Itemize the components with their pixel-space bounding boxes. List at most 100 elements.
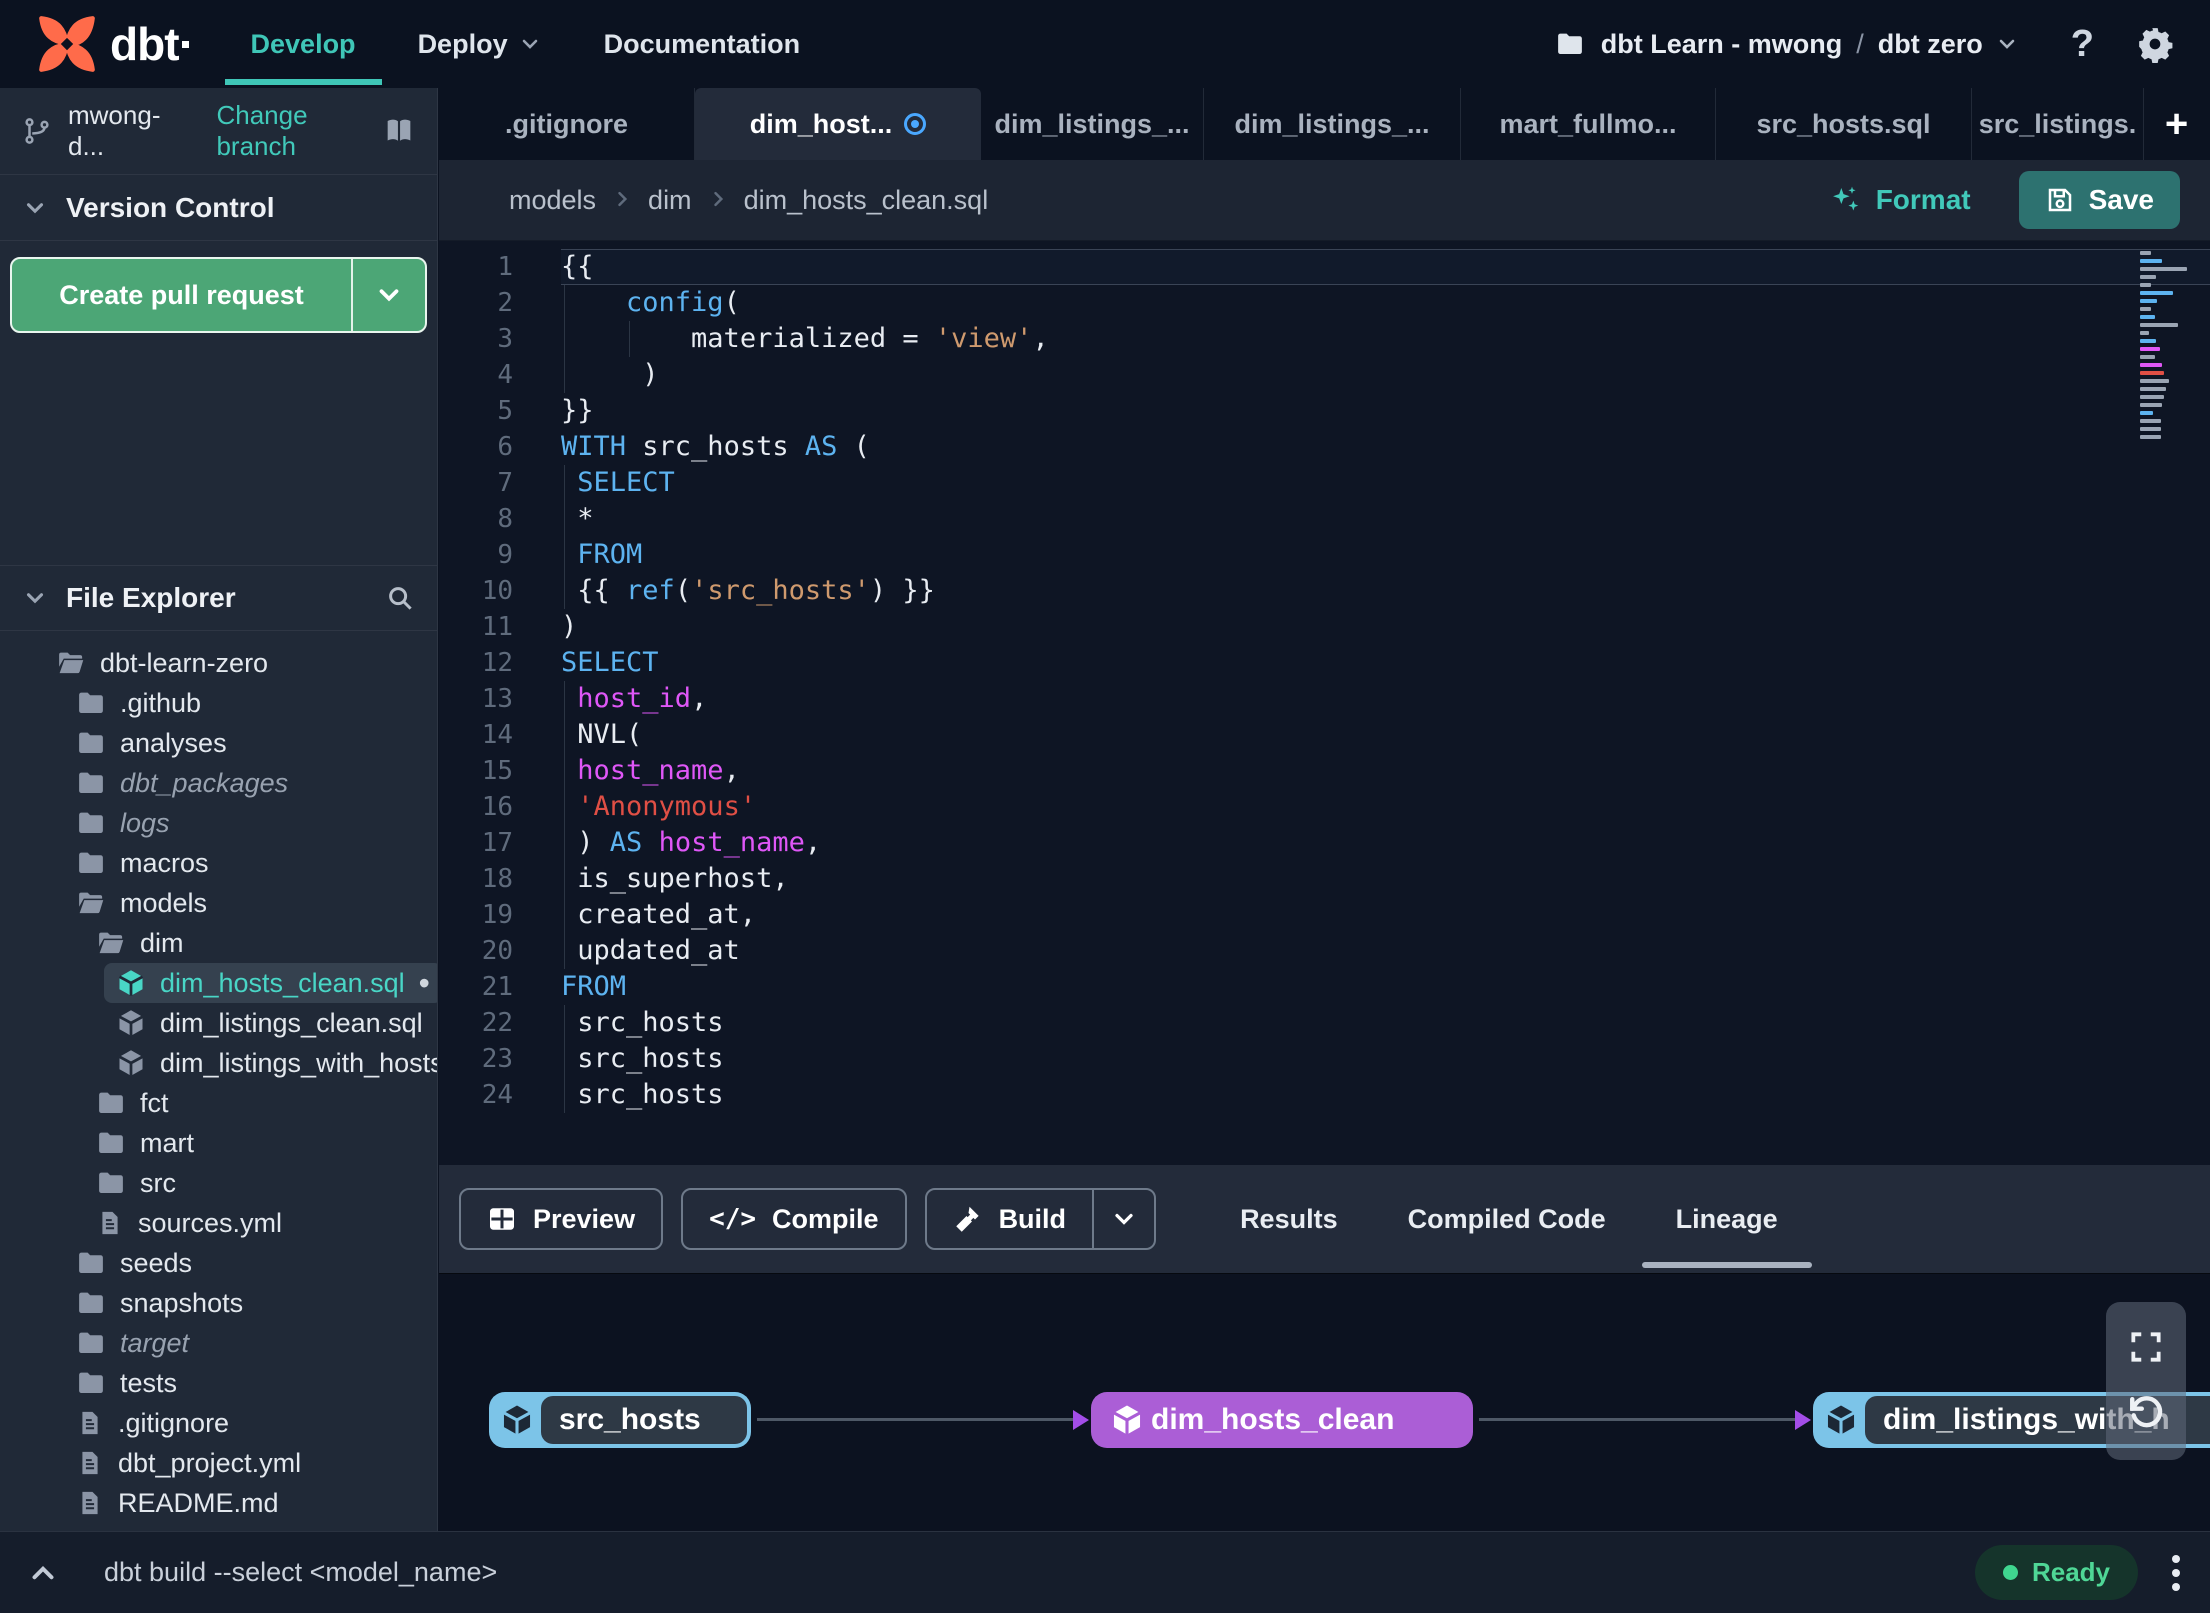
file-tree-item[interactable]: dbt_project.yml — [0, 1443, 437, 1483]
code-line[interactable]: 24 src_hosts — [439, 1077, 2210, 1113]
file-explorer-header[interactable]: File Explorer — [0, 565, 437, 631]
minimap-line — [2140, 371, 2164, 375]
file-tree-item[interactable]: snapshots — [0, 1283, 437, 1323]
file-tree-item[interactable]: dim_listings_clean.sql — [0, 1003, 437, 1043]
dbt-logo[interactable]: dbt — [34, 11, 189, 77]
create-pull-request-button[interactable]: Create pull request — [10, 257, 427, 333]
panel-tab-compiled-code[interactable]: Compiled Code — [1408, 1165, 1606, 1273]
file-tree-item[interactable]: dbt-learn-zero — [0, 643, 437, 683]
code-line[interactable]: 22 src_hosts — [439, 1005, 2210, 1041]
code-line[interactable]: 11) — [439, 609, 2210, 645]
breadcrumb-item[interactable]: dim_hosts_clean.sql — [744, 185, 989, 215]
project-name[interactable]: dbt Learn - mwong — [1601, 29, 1842, 60]
gear-icon[interactable] — [2136, 25, 2174, 63]
save-button[interactable]: Save — [2018, 171, 2180, 229]
code-line[interactable]: 20 updated_at — [439, 933, 2210, 969]
file-tree-item[interactable]: .gitignore — [0, 1403, 437, 1443]
code-line[interactable]: 5}} — [439, 393, 2210, 429]
code-lines: 1{{2 config(3 materialized = 'view', 4 ) 5… — [439, 249, 2210, 1113]
file-tree-item[interactable]: README.md — [0, 1483, 437, 1523]
environment-name[interactable]: dbt zero — [1878, 29, 1983, 60]
file-tree-item[interactable]: target — [0, 1323, 437, 1363]
code-line[interactable]: 4 ) — [439, 357, 2210, 393]
code-line[interactable]: 12 SELECT — [439, 645, 2210, 681]
file-tree-item[interactable]: mart — [0, 1123, 437, 1163]
search-icon[interactable] — [385, 583, 415, 613]
file-tree-item-inner: target — [64, 1323, 419, 1363]
code-line[interactable]: 14 NVL( — [439, 717, 2210, 753]
version-control-header[interactable]: Version Control — [0, 175, 437, 241]
command-text[interactable]: dbt build --select <model_name> — [104, 1557, 497, 1588]
editor-tab[interactable]: src_hosts.sql — [1716, 88, 1972, 160]
book-icon[interactable] — [383, 115, 415, 147]
code-line[interactable]: 9 FROM — [439, 537, 2210, 573]
lineage-node-src_hosts[interactable]: src_hosts — [489, 1392, 751, 1448]
code-line[interactable]: 6 WITH src_hosts AS ( — [439, 429, 2210, 465]
code-line[interactable]: 8 * — [439, 501, 2210, 537]
code-line[interactable]: 17 ) AS host_name, — [439, 825, 2210, 861]
breadcrumb-item[interactable]: models — [509, 185, 596, 215]
editor-tab[interactable]: dim_listings_... — [1204, 88, 1461, 160]
code-line[interactable]: 10 {{ ref('src_hosts') }} — [439, 573, 2210, 609]
file-tree-item[interactable]: fct — [0, 1083, 437, 1123]
lineage-node-dim_hosts_clean[interactable]: dim_hosts_clean — [1091, 1392, 1473, 1448]
minimap[interactable] — [2140, 251, 2194, 443]
file-tree-item[interactable]: sources.yml — [0, 1203, 437, 1243]
code-line[interactable]: 23 src_hosts — [439, 1041, 2210, 1077]
file-tree-item[interactable]: .github — [0, 683, 437, 723]
file-tree-item[interactable]: analyses — [0, 723, 437, 763]
build-dropdown-caret[interactable] — [1092, 1190, 1154, 1248]
panel-tab-results[interactable]: Results — [1240, 1165, 1338, 1273]
file-tree-item[interactable]: macros — [0, 843, 437, 883]
minimap-line — [2140, 395, 2164, 399]
lineage-canvas[interactable]: src_hosts dim_hosts_clean dim_listings_wit… — [439, 1273, 2210, 1531]
format-button[interactable]: Format — [1830, 184, 1971, 216]
file-tree-item[interactable]: src — [0, 1163, 437, 1203]
compile-button[interactable]: </> Compile — [681, 1188, 907, 1250]
code-line[interactable]: 15 host_name, — [439, 753, 2210, 789]
change-branch-link[interactable]: Change branch — [216, 100, 383, 162]
code-line[interactable]: 18 is_superhost, — [439, 861, 2210, 897]
panel-tab-lineage[interactable]: Lineage — [1641, 1165, 1812, 1273]
code-line[interactable]: 13 host_id, — [439, 681, 2210, 717]
file-tree-item[interactable]: models — [0, 883, 437, 923]
nav-item-documentation[interactable]: Documentation — [604, 29, 801, 60]
code-line[interactable]: 7 SELECT — [439, 465, 2210, 501]
new-tab-button[interactable]: + — [2143, 88, 2210, 160]
editor-tab[interactable]: dim_host... — [695, 88, 981, 160]
chevron-down-icon[interactable] — [1995, 32, 2019, 56]
chevron-up-icon[interactable] — [26, 1556, 60, 1590]
nav-item-develop[interactable]: Develop — [224, 29, 382, 85]
kebab-icon[interactable] — [2172, 1554, 2180, 1591]
file-tree-item[interactable]: tests — [0, 1363, 437, 1403]
help-icon[interactable]: ? — [2071, 23, 2094, 66]
file-tree-item[interactable]: logs — [0, 803, 437, 843]
code-line[interactable]: 16 'Anonymous' — [439, 789, 2210, 825]
code-editor[interactable]: 1{{2 config(3 materialized = 'view', 4 ) 5… — [439, 241, 2210, 1165]
file-tree-item[interactable]: dbt_packages — [0, 763, 437, 803]
code-line[interactable]: 1 {{ — [439, 249, 2210, 285]
nav-item-deploy[interactable]: Deploy — [418, 29, 542, 60]
breadcrumb-item[interactable]: dim — [648, 185, 692, 215]
refresh-icon[interactable] — [2124, 1390, 2168, 1434]
file-tree-item-inner: .gitignore — [64, 1403, 419, 1443]
expand-icon[interactable] — [2127, 1328, 2165, 1366]
file-icon — [76, 1409, 104, 1437]
pull-request-caret[interactable] — [351, 259, 425, 331]
editor-tab[interactable]: .gitignore — [439, 88, 695, 160]
code-line[interactable]: 2 config( — [439, 285, 2210, 321]
file-tree-item[interactable]: dim — [0, 923, 437, 963]
preview-button[interactable]: Preview — [459, 1188, 664, 1250]
file-tree-item[interactable]: dim_hosts_clean.sql • — [0, 963, 437, 1003]
editor-tab[interactable]: src_listings. — [1972, 88, 2144, 160]
editor-tab[interactable]: mart_fullmo... — [1461, 88, 1716, 160]
file-tree-item[interactable]: dim_listings_with_hosts... — [0, 1043, 437, 1083]
code-line[interactable]: 3 materialized = 'view', — [439, 321, 2210, 357]
chevron-right-icon — [612, 189, 632, 209]
file-tree-item[interactable]: seeds — [0, 1243, 437, 1283]
grid-icon — [487, 1204, 517, 1234]
build-button[interactable]: Build — [924, 1188, 1157, 1250]
code-line[interactable]: 19 created_at, — [439, 897, 2210, 933]
code-line[interactable]: 21 FROM — [439, 969, 2210, 1005]
editor-tab[interactable]: dim_listings_... — [981, 88, 1204, 160]
